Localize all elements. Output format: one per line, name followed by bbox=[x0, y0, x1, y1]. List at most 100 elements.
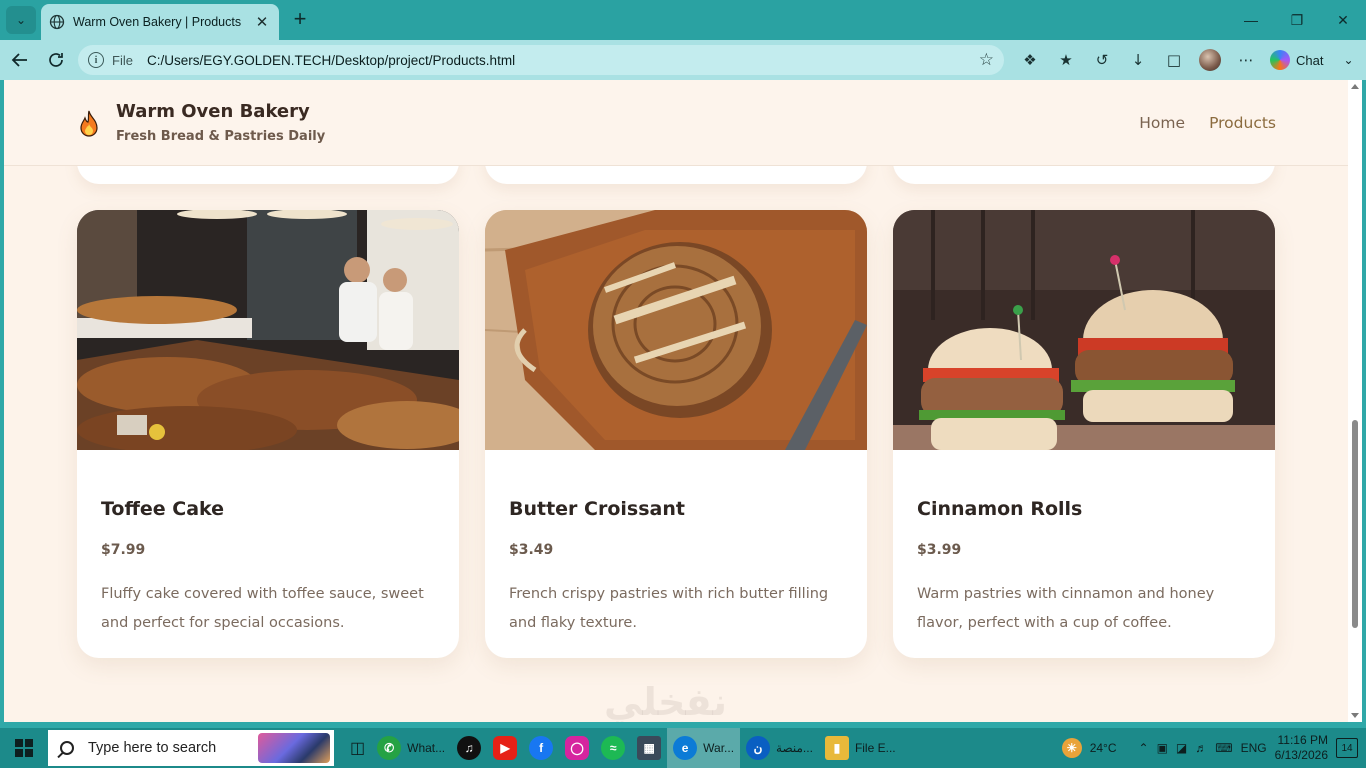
taskbar-app-label: منصة... bbox=[776, 741, 813, 755]
product-description: French crispy pastries with rich butter … bbox=[509, 586, 829, 631]
window-controls: — ❐ ✕ bbox=[1228, 0, 1366, 40]
taskbar-app-label: File E... bbox=[854, 741, 896, 755]
extensions-icon[interactable]: ❖ bbox=[1012, 48, 1048, 72]
tab-title: Warm Oven Bakery | Products bbox=[73, 15, 242, 29]
watermark: نفخلي bbox=[604, 680, 727, 722]
browser-tab-bar: ⌄ Warm Oven Bakery | Products ✕ + — ❐ ✕ bbox=[0, 0, 1366, 40]
taskbar-app-youtube[interactable]: ▶ bbox=[487, 728, 523, 768]
address-bar[interactable]: i File C:/Users/EGY.GOLDEN.TECH/Desktop/… bbox=[78, 45, 1004, 75]
nav-link-products[interactable]: Products bbox=[1209, 114, 1276, 132]
refresh-icon bbox=[49, 53, 63, 67]
new-tab-button[interactable]: + bbox=[288, 8, 312, 32]
search-icon bbox=[60, 741, 74, 755]
product-name: Butter Croissant bbox=[509, 498, 685, 520]
site-header: Warm Oven Bakery Fresh Bread & Pastries … bbox=[4, 80, 1348, 166]
browser-tab-active[interactable]: Warm Oven Bakery | Products ✕ bbox=[41, 4, 279, 40]
tab-actions-menu-button[interactable]: ⌄ bbox=[6, 6, 36, 34]
clock-date: 6/13/2026 bbox=[1274, 748, 1328, 762]
product-card[interactable]: Cinnamon Rolls $3.99 Warm pastries with … bbox=[893, 210, 1275, 658]
burgers-photo bbox=[893, 210, 1275, 450]
screenshot-icon[interactable]: □ bbox=[1156, 48, 1192, 72]
product-card[interactable]: Butter Croissant $3.49 French crispy pas… bbox=[485, 210, 867, 658]
instagram-icon: ◯ bbox=[565, 736, 590, 760]
taskbar-app-platform[interactable]: ن منصة... bbox=[740, 728, 819, 768]
taskbar-app-edge[interactable]: e War... bbox=[667, 728, 741, 768]
close-tab-icon[interactable]: ✕ bbox=[253, 13, 271, 31]
history-icon[interactable]: ↺ bbox=[1084, 48, 1120, 72]
taskbar-search[interactable]: Type here to search bbox=[48, 730, 334, 766]
search-placeholder: Type here to search bbox=[88, 740, 217, 756]
taskbar-app-whatsapp[interactable]: ✆ What... bbox=[371, 728, 451, 768]
product-card[interactable]: Toffee Cake $7.99 Fluffy cake covered wi… bbox=[77, 210, 459, 658]
page-viewport: Warm Oven Bakery Fresh Bread & Pastries … bbox=[4, 80, 1348, 722]
chevron-up-icon[interactable]: ⌃ bbox=[1139, 741, 1149, 755]
copilot-chat-button[interactable]: Chat ⌄ bbox=[1270, 48, 1354, 72]
edge-icon: e bbox=[673, 736, 698, 760]
task-view-button[interactable]: ◫ bbox=[344, 728, 371, 768]
volume-icon[interactable]: ♬ bbox=[1195, 741, 1207, 755]
weather-icon[interactable]: ☀ bbox=[1061, 738, 1082, 758]
site-info-icon[interactable]: i bbox=[88, 52, 104, 68]
scrollbar-thumb[interactable] bbox=[1352, 420, 1358, 628]
back-button[interactable] bbox=[8, 48, 32, 72]
taskbar-app-label: What... bbox=[407, 741, 446, 755]
taskbar-app-tiktok[interactable]: ♫ bbox=[451, 728, 487, 768]
browser-tool-icons: ❖ ★ ↺ ↓ □ ⋯ bbox=[1012, 48, 1264, 72]
favorite-star-icon[interactable]: ☆ bbox=[979, 50, 994, 70]
close-window-icon[interactable]: ✕ bbox=[1320, 0, 1366, 40]
keyboard-icon[interactable]: ⌨ bbox=[1215, 741, 1232, 755]
site-nav: Home Products bbox=[1139, 114, 1276, 132]
window-border-right bbox=[1362, 80, 1366, 722]
chevron-down-icon: ⌄ bbox=[15, 13, 27, 27]
taskbar-app-instagram[interactable]: ◯ bbox=[559, 728, 595, 768]
restore-icon[interactable]: ❐ bbox=[1274, 0, 1320, 40]
nav-link-home[interactable]: Home bbox=[1139, 114, 1185, 132]
taskbar-app-label: War... bbox=[703, 741, 735, 755]
page-scrollbar[interactable] bbox=[1348, 80, 1362, 722]
back-arrow-icon bbox=[11, 53, 27, 67]
meet-now-icon[interactable]: ▣ bbox=[1157, 741, 1168, 755]
taskbar-app-spotify[interactable]: ≈ bbox=[595, 728, 631, 768]
product-name: Toffee Cake bbox=[101, 498, 225, 520]
platform-icon: ن bbox=[746, 736, 771, 760]
notifications-icon[interactable]: 14 bbox=[1336, 738, 1358, 758]
taskbar: Type here to search ◫ ✆ What... ♫ ▶ f ◯ … bbox=[0, 728, 1366, 768]
folder-icon: ▮ bbox=[824, 736, 849, 760]
language-indicator[interactable]: ENG bbox=[1241, 741, 1267, 755]
start-button[interactable] bbox=[0, 728, 48, 768]
capture-icon: ▦ bbox=[637, 736, 662, 760]
product-price: $3.49 bbox=[509, 542, 554, 558]
scroll-down-arrow-icon[interactable] bbox=[1351, 713, 1359, 718]
scroll-up-arrow-icon[interactable] bbox=[1351, 84, 1359, 89]
favorites-icon[interactable]: ★ bbox=[1048, 48, 1084, 72]
more-options-icon[interactable]: ⋯ bbox=[1228, 48, 1264, 72]
watermark-text: نفخلي bbox=[604, 680, 727, 722]
refresh-button[interactable] bbox=[44, 48, 68, 72]
brand-tagline: Fresh Bread & Pastries Daily bbox=[116, 129, 326, 144]
taskbar-app-file-explorer[interactable]: ▮ File E... bbox=[819, 728, 902, 768]
taskbar-app-capture[interactable]: ▦ bbox=[631, 728, 667, 768]
taskbar-app-facebook[interactable]: f bbox=[523, 728, 559, 768]
search-highlight-image bbox=[258, 733, 330, 763]
system-tray: ☀ 24°C ⌃ ▣ ◪ ♬ ⌨ ENG 11:16 PM 6/13/2026 … bbox=[1061, 728, 1366, 768]
address-url[interactable]: C:/Users/EGY.GOLDEN.TECH/Desktop/project… bbox=[147, 53, 979, 68]
downloads-icon[interactable]: ↓ bbox=[1120, 48, 1156, 72]
clock[interactable]: 11:16 PM 6/13/2026 bbox=[1275, 733, 1328, 763]
browser-toolbar: i File C:/Users/EGY.GOLDEN.TECH/Desktop/… bbox=[0, 40, 1366, 80]
weather-temp[interactable]: 24°C bbox=[1090, 741, 1117, 755]
minimize-icon[interactable]: — bbox=[1228, 0, 1274, 40]
bakery-display-photo bbox=[77, 210, 459, 450]
product-price: $3.99 bbox=[917, 542, 962, 558]
profile-avatar[interactable] bbox=[1192, 48, 1228, 72]
network-icon[interactable]: ◪ bbox=[1176, 741, 1187, 755]
windows-logo-icon bbox=[15, 739, 33, 757]
product-description: Fluffy cake covered with toffee sauce, s… bbox=[101, 586, 424, 631]
address-scheme: File bbox=[112, 52, 133, 68]
spotify-icon: ≈ bbox=[601, 736, 626, 760]
facebook-icon: f bbox=[529, 736, 554, 760]
brand-name[interactable]: Warm Oven Bakery bbox=[116, 101, 310, 122]
product-price: $7.99 bbox=[101, 542, 146, 558]
product-description: Warm pastries with cinnamon and honey fl… bbox=[917, 586, 1215, 631]
chevron-down-icon[interactable]: ⌄ bbox=[1343, 53, 1353, 67]
sourdough-loaf-photo bbox=[485, 210, 867, 450]
